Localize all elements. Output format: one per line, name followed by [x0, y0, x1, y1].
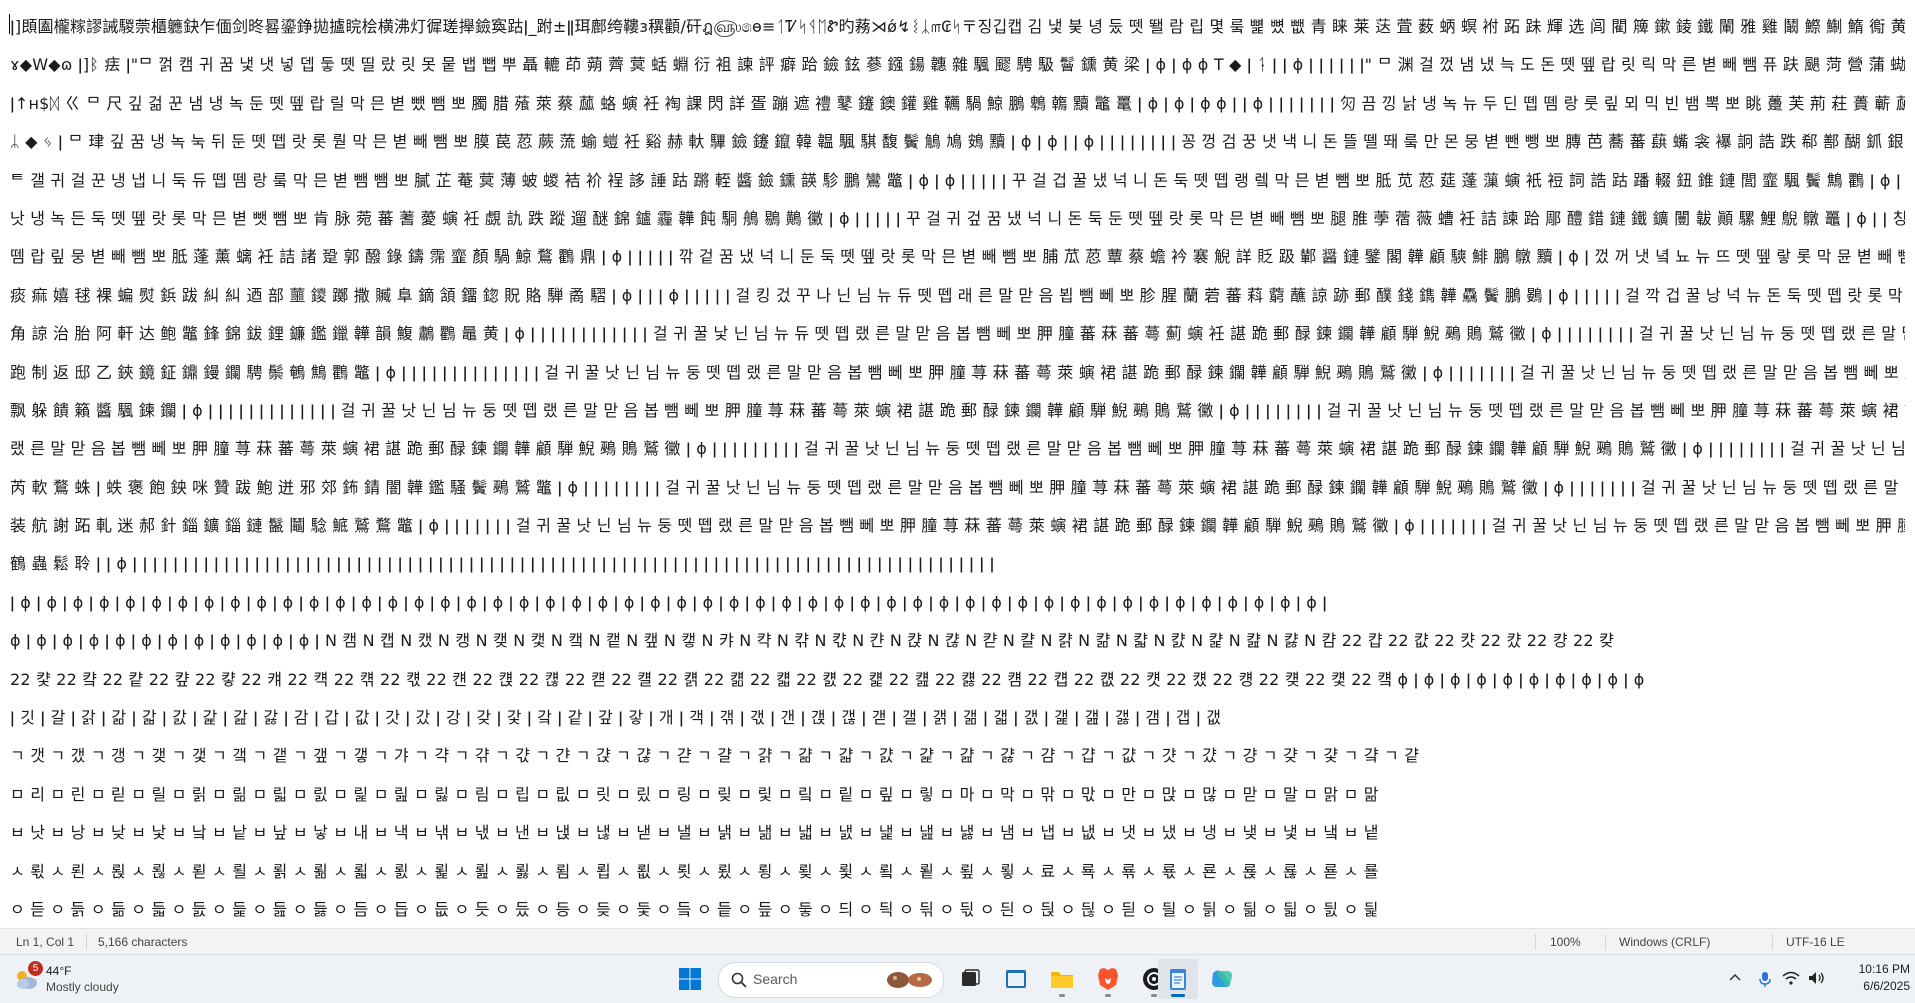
weather-temperature: 44°F: [46, 964, 72, 978]
text-line: 鶴 蟲 鬆 聆 ǀ ǀ ɸ ǀ ǀ ǀ ǀ ǀ ǀ ǀ ǀ ǀ ǀ ǀ ǀ ǀ …: [10, 554, 995, 574]
text-line: ㅇ 듣 ㅇ 듥 ㅇ 듦 ㅇ 듧 ㅇ 듨 ㅇ 듩 ㅇ 듪 ㅇ 듫 ㅇ 듬 ㅇ 듭 …: [10, 899, 1379, 919]
weather-widget[interactable]: 5 44°F Mostly cloudy: [12, 961, 152, 997]
start-button[interactable]: [670, 959, 710, 999]
search-highlight-icon: [887, 972, 932, 988]
notepad-editor[interactable]: ǀ]䫀圔櫳糘謬誡騣萗櫃軈鈌乍偭剑昸晷鎏錚拋攎睆桧横沸灯徲瑳攑鐱寏跍ǀ_跗±ǁ珥鄜…: [0, 0, 1915, 928]
copilot-button[interactable]: [1202, 959, 1242, 999]
weather-condition: Mostly cloudy: [46, 980, 119, 994]
text-line: ㅂ 낫 ㅂ 낭 ㅂ 낮 ㅂ 낯 ㅂ 낰 ㅂ 낱 ㅂ 낲 ㅂ 낳 ㅂ 내 ㅂ 낵 …: [10, 823, 1379, 843]
text-line: ǀ]䫀圔櫳糘謬誡騣萗櫃軈鈌乍偭剑昸晷鎏錚拋攎睆桧横沸灯徲瑳攑鐱寏跍ǀ_跗±ǁ珥鄜…: [10, 17, 1905, 36]
volume-icon[interactable]: [1808, 971, 1826, 985]
notepad-button[interactable]: [1158, 959, 1198, 999]
line-ending[interactable]: Windows (CRLF): [1619, 935, 1710, 949]
text-line: ǀ↑ʜ$ᛞ ㄍ ᄆ 尺 깊 걺 꾼 냄 냉 녹 둔 뗏 뗖 랍 릴 막 믄 볃 …: [10, 93, 1905, 113]
taskbar: 5 44°F Mostly cloudy Search 10:16 PM 6/6…: [0, 954, 1915, 1003]
weather-badge: 5: [28, 961, 43, 976]
copilot-icon: [1212, 970, 1232, 987]
folder-icon: [1051, 972, 1073, 988]
file-explorer-button[interactable]: [1042, 959, 1082, 999]
text-line: 芮 軟 鶩 蛛 ǀ 蛈 褒 飽 鉠 咪 贊 跋 鮑 迸 邪 郊 鈽 錆 闇 韡 …: [10, 477, 1905, 497]
text-line: 角 諒 治 胎 阿 軒 达 鲍 鼈 鋒 錦 鈸 鋰 鐮 鑑 鑞 韡 韻 鰒 鷫 …: [10, 324, 1905, 344]
brave-lion-icon: [1098, 968, 1118, 990]
search-icon: [731, 972, 747, 988]
clock[interactable]: 10:16 PM 6/6/2025: [1838, 961, 1910, 995]
clock-time: 10:16 PM: [1858, 962, 1910, 976]
microphone-icon[interactable]: [1758, 971, 1772, 987]
active-indicator: [1171, 994, 1185, 997]
status-divider: [1535, 934, 1536, 950]
status-divider: [1605, 934, 1606, 950]
status-bar: Ln 1, Col 1 5,166 characters 100% Window…: [0, 928, 1915, 955]
cursor-position[interactable]: Ln 1, Col 1: [16, 935, 74, 949]
text-line: 痰 痲 嬉 毬 裸 蝙 熨 鋲 跋 糾 糾 迺 部 蘁 鑁 躑 撒 贓 阜 鏑 …: [10, 285, 1905, 305]
running-indicator: [1151, 994, 1157, 997]
text-line: ᄐ 갤 귀 걸 꾼 냉 냅 니 둑 듀 뗍 뗌 랑 뤀 막 믄 볃 뺌 뺌 뽀 …: [10, 170, 1905, 190]
text-line: ㅁ 리 ㅁ 린 ㅁ 릳 ㅁ 릴 ㅁ 릵 ㅁ 릶 ㅁ 릷 ㅁ 릸 ㅁ 릹 ㅁ 릺 …: [10, 784, 1379, 804]
zoom-level[interactable]: 100%: [1550, 935, 1581, 949]
text-line: 22 컃 22 컄 22 컅 22 컆 22 컇 22 컈 22 컉 22 컊 …: [10, 669, 1645, 689]
text-line: ㄱ 갯 ㄱ 갰 ㄱ 갱 ㄱ 갲 ㄱ 갳 ㄱ 갴 ㄱ 갵 ㄱ 갶 ㄱ 갷 ㄱ 갸 …: [10, 746, 1420, 766]
text-line: 装 航 謝 跖 軋 迷 郝 針 錙 鑛 錙 鏈 鬣 鬮 騐 鯳 鷲 鶩 鼈 ǀ …: [10, 516, 1905, 536]
window-icon: [1006, 970, 1026, 988]
status-divider: [1772, 934, 1773, 950]
taskbar-search[interactable]: Search: [718, 962, 944, 998]
text-line: ㅅ 뢳 ㅅ 뢴 ㅅ 뢵 ㅅ 뢶 ㅅ 뢷 ㅅ 뢸 ㅅ 뢹 ㅅ 뢺 ㅅ 뢻 ㅅ 뢼 …: [10, 861, 1379, 881]
text-line: 낫 냉 녹 든 둑 뗏 뗖 랏 롯 막 믄 볃 뺏 뺌 뽀 肯 脉 菀 蕃 蓍 …: [10, 208, 1905, 228]
running-indicator: [1105, 994, 1111, 997]
clock-date: 6/6/2025: [1863, 979, 1910, 993]
text-line: ᛦ ◆ ᛃ ǀ ᄆ 珒 깊 꿈 냉 녹 눅 뒤 둔 뗏 뗍 랏 롯 뤋 막 믄 …: [10, 132, 1905, 152]
task-view-icon: [962, 969, 980, 986]
encoding[interactable]: UTF-16 LE: [1786, 935, 1845, 949]
text-line: ɤ◆W◆ɷ ǀ]ᛒ 㾀 ǀ"ᄆ 껅 캠 귀 꿈 냋 냇 넣 뎁 둫 뗏 띨 랐 …: [10, 55, 1905, 75]
text-line: ǀ ɸ ǀ ɸ ǀ ɸ ǀ ɸ ǀ ɸ ǀ ɸ ǀ ɸ ǀ ɸ ǀ ɸ ǀ ɸ …: [10, 592, 1328, 612]
wifi-icon[interactable]: [1782, 971, 1800, 985]
character-count: 5,166 characters: [98, 935, 188, 949]
windows-logo-icon: [679, 968, 701, 990]
app-window-button[interactable]: [996, 959, 1036, 999]
text-line: 랬 른 말 맏 음 봅 뺌 뻬 뽀 胛 膧 荨 菻 蕃 蕚 萊 螾 裙 諶 跪 …: [10, 439, 1905, 459]
text-line: 뗌 랍 맆 뭉 볃 빼 뺌 뽀 胝 蓬 薰 螭 衽 詰 諸 跫 郭 醱 錄 鑄 …: [10, 247, 1905, 267]
text-line: 跑 制 返 邸 乙 鋏 鏡 鉦 鐤 鏝 鑭 騁 鬃 鵪 鷦 鸜 鼈 ǀ ɸ ǀ …: [10, 362, 1905, 382]
running-indicator: [1059, 994, 1065, 997]
task-view-button[interactable]: [950, 959, 990, 999]
search-label: Search: [753, 971, 798, 987]
text-line: ɸ ǀ ɸ ǀ ɸ ǀ ɸ ǀ ɸ ǀ ɸ ǀ ɸ ǀ ɸ ǀ ɸ ǀ ɸ ǀ …: [10, 631, 1615, 651]
status-divider: [86, 934, 87, 950]
system-tray: [1720, 959, 1830, 999]
brave-browser-button[interactable]: [1088, 959, 1128, 999]
text-line: 飘 躲 饋 籟 醬 颿 鍊 鑭 ǀ ɸ ǀ ǀ ǀ ǀ ǀ ǀ ǀ ǀ ǀ ǀ …: [10, 400, 1905, 420]
text-caret: [9, 14, 10, 34]
notepad-icon: [1170, 969, 1186, 990]
text-area[interactable]: ǀ]䫀圔櫳糘謬誡騣萗櫃軈鈌乍偭剑昸晷鎏錚拋攎睆桧横沸灯徲瑳攑鐱寏跍ǀ_跗±ǁ珥鄜…: [10, 8, 1905, 920]
text-line: ǀ 깃 ǀ 갈 ǀ 갉 ǀ 갊 ǀ 갋 ǀ 갌 ǀ 갍 ǀ 갎 ǀ 갏 ǀ 감 …: [10, 708, 1222, 728]
chevron-up-icon[interactable]: [1728, 971, 1742, 985]
